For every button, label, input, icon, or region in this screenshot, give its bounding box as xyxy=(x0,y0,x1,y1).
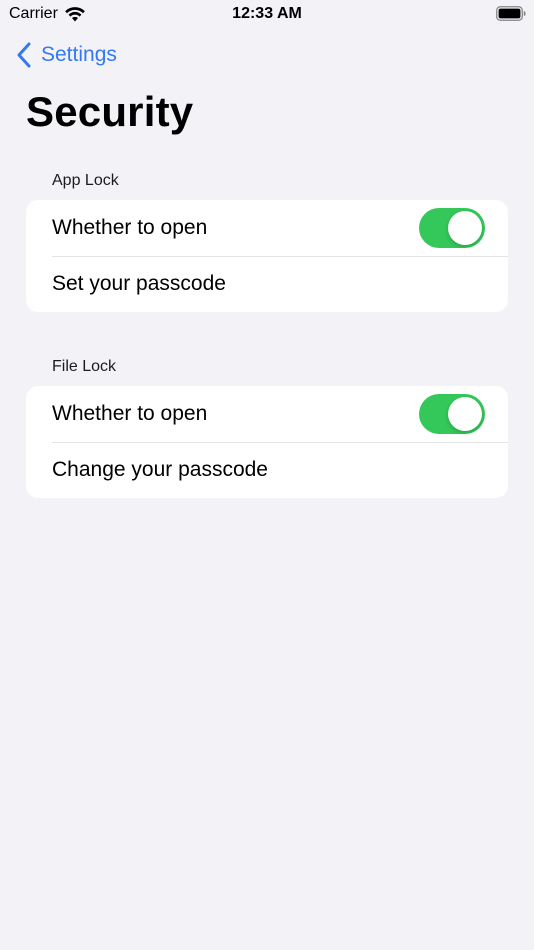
back-button[interactable]: Settings xyxy=(16,40,117,70)
status-time: 12:33 AM xyxy=(232,5,302,22)
section-header-app-lock: App Lock xyxy=(52,172,119,189)
file-lock-group: Whether to open Change your passcode xyxy=(26,386,508,498)
battery-full-icon xyxy=(496,6,526,21)
row-label: Change your passcode xyxy=(52,458,268,481)
status-bar: Carrier 12:33 AM xyxy=(0,0,534,28)
app-lock-group: Whether to open Set your passcode xyxy=(26,200,508,312)
chevron-left-icon xyxy=(17,42,31,68)
page-title: Security xyxy=(26,88,194,135)
file-lock-toggle[interactable] xyxy=(419,394,485,434)
file-lock-toggle-row[interactable]: Whether to open xyxy=(26,386,508,442)
app-lock-toggle-row[interactable]: Whether to open xyxy=(26,200,508,256)
set-passcode-row[interactable]: Set your passcode xyxy=(26,256,508,312)
row-label: Set your passcode xyxy=(52,272,226,295)
toggle-knob xyxy=(448,211,482,245)
app-lock-toggle[interactable] xyxy=(419,208,485,248)
back-button-label: Settings xyxy=(41,43,117,66)
toggle-knob xyxy=(448,397,482,431)
row-label: Whether to open xyxy=(52,216,208,239)
section-header-file-lock: File Lock xyxy=(52,358,117,375)
row-label: Whether to open xyxy=(52,402,208,425)
change-passcode-row[interactable]: Change your passcode xyxy=(26,442,508,498)
